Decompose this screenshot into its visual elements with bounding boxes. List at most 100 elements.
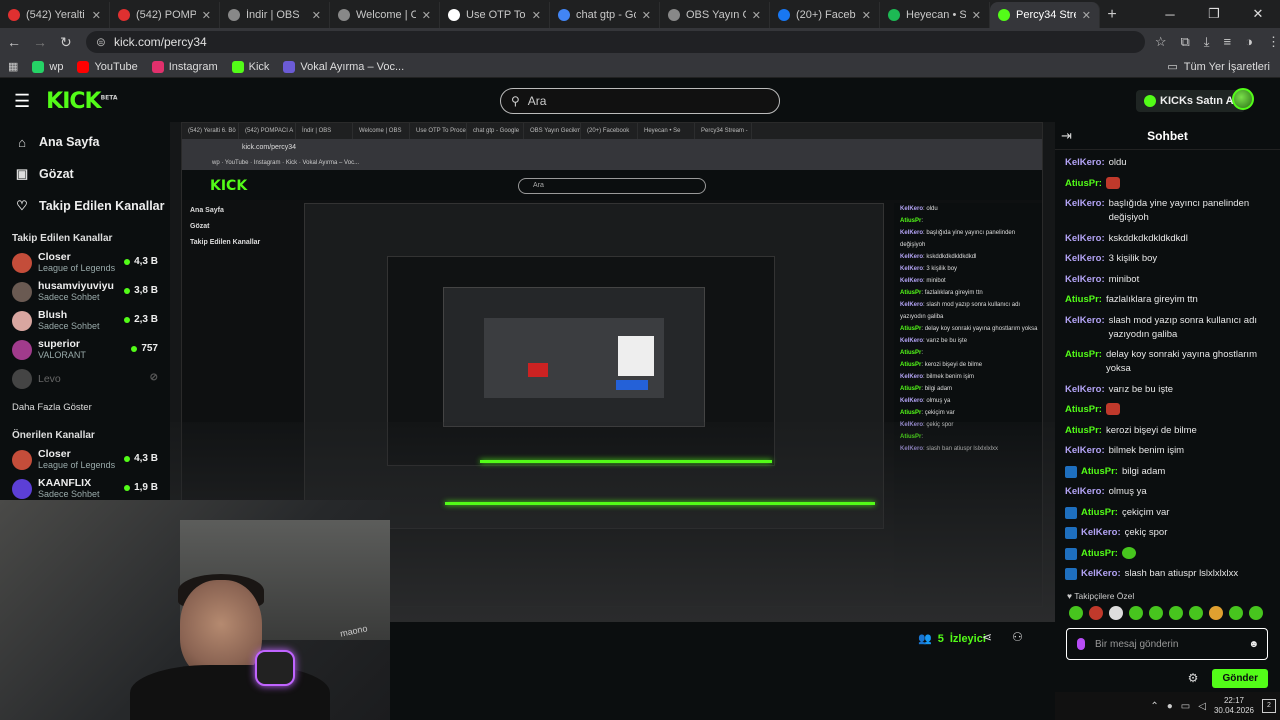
follow-user-icon[interactable]: ⚇ [1012,630,1023,644]
chat-username[interactable]: AtiusPr: [1065,293,1102,307]
emote-icon[interactable] [1189,605,1203,620]
tray-volume-icon[interactable]: ◁ [1198,701,1206,712]
hamburger-menu-icon[interactable]: ☰ [14,91,30,112]
forward-icon[interactable]: → [28,34,52,50]
chat-username[interactable]: AtiusPr: [1065,424,1102,438]
bookmark-item[interactable]: Instagram [151,60,218,73]
chat-username[interactable]: AtiusPr: [1081,465,1118,479]
tab-close-icon[interactable]: ✕ [862,9,871,22]
mic-icon[interactable] [1077,638,1085,650]
tab-close-icon[interactable]: ✕ [422,9,431,22]
extensions-icon[interactable]: ⧉ [1180,34,1189,50]
chat-username[interactable]: AtiusPr: [1065,177,1102,191]
chat-username[interactable]: KelKero: [1065,383,1105,397]
emote-icon[interactable] [1209,605,1223,620]
kick-logo[interactable]: KICKBETA [46,89,117,114]
emote-icon[interactable] [1109,605,1123,620]
emoji-icon[interactable]: ☻ [1248,639,1259,650]
back-icon[interactable]: ← [2,34,26,50]
new-tab-icon[interactable]: + [1100,2,1124,28]
emote-icon[interactable] [1229,605,1243,620]
chat-input[interactable]: Bir mesaj gönderin ☻ [1066,628,1268,660]
sidebar-nav-item[interactable]: ⌂ Ana Sayfa [0,126,170,158]
minimize-icon[interactable]: ─ [1148,0,1192,28]
chat-username[interactable]: AtiusPr: [1081,547,1118,561]
chat-settings-icon[interactable]: ⚙ [1188,671,1199,685]
sidebar-channel[interactable]: Blush Sadece Sohbet 2,3 B [0,306,170,335]
sidebar-nav-item[interactable]: ▣ Gözat [0,158,170,190]
emote-icon[interactable] [1149,605,1163,620]
browser-tab[interactable]: İndir | OBS ✕ [220,2,330,28]
sidebar-channel[interactable]: Closer League of Legends 4,3 B [0,445,170,474]
notification-icon[interactable]: 2 [1262,699,1276,713]
buy-kicks-button[interactable]: KICKs Satın Al [1136,90,1245,112]
tray-chevron-icon[interactable]: ⌃ [1150,701,1158,712]
chat-username[interactable]: KelKero: [1065,197,1105,211]
chat-username[interactable]: AtiusPr: [1081,506,1118,520]
browser-tab[interactable]: Welcome | OBS ✕ [330,2,440,28]
browser-tab[interactable]: Use OTP To Proce ✕ [440,2,550,28]
close-window-icon[interactable]: ✕ [1236,0,1280,28]
chat-username[interactable]: KelKero: [1065,252,1105,266]
restore-icon[interactable]: ❐ [1192,0,1236,28]
bookmark-item[interactable]: Vokal Ayırma – Voc... [283,60,404,73]
browser-tab[interactable]: chat gtp - Google ✕ [550,2,660,28]
all-bookmarks[interactable]: ▭ Tüm Yer İşaretleri [1167,60,1270,74]
profile-icon[interactable]: ◑ [1245,34,1253,50]
collapse-chat-icon[interactable]: ⇥ [1061,128,1072,144]
tab-close-icon[interactable]: ✕ [642,9,651,22]
tray-network-icon[interactable]: ▭ [1181,701,1190,712]
chat-username[interactable]: AtiusPr: [1065,403,1102,417]
sidebar-channel[interactable]: husamviyuviyu Sadece Sohbet 3,8 B [0,277,170,306]
tab-close-icon[interactable]: ✕ [92,9,101,22]
sidebar-channel[interactable]: superior VALORANT 757 [0,335,170,364]
tab-close-icon[interactable]: ✕ [972,9,981,22]
sidebar-channel[interactable]: KAANFLIX Sadece Sohbet 1,9 B [0,474,170,503]
apps-grid-icon[interactable]: ▦ [8,60,18,73]
reload-icon[interactable]: ↻ [54,34,78,51]
emote-icon[interactable] [1249,605,1263,620]
send-button[interactable]: Gönder [1212,668,1268,688]
tab-close-icon[interactable]: ✕ [1082,9,1091,22]
menu-kebab-icon[interactable]: ⋮ [1267,34,1280,50]
user-avatar[interactable] [1232,88,1254,110]
tab-close-icon[interactable]: ✕ [202,9,211,22]
browser-tab[interactable]: OBS Yayın Gecikm ✕ [660,2,770,28]
sidebar-nav-item[interactable]: ♡ Takip Edilen Kanallar [0,190,170,222]
bookmark-item[interactable]: wp [32,60,63,73]
chat-username[interactable]: KelKero: [1081,526,1121,540]
chat-username[interactable]: KelKero: [1065,485,1105,499]
share-icon[interactable]: ⋖ [982,630,992,644]
media-icon[interactable]: ≡ [1224,34,1232,50]
chat-username[interactable]: KelKero: [1065,156,1105,170]
chat-username[interactable]: KelKero: [1065,444,1105,458]
browser-tab[interactable]: Heyecan • Se ✕ [880,2,990,28]
tab-close-icon[interactable]: ✕ [312,9,321,22]
bookmark-item[interactable]: Kick [231,60,269,73]
browser-tab[interactable]: Percy34 Stream - ✕ [990,2,1100,28]
browser-tab[interactable]: (542) POMPACI A ✕ [110,2,220,28]
browser-tab[interactable]: (542) Yeralti 6. Bö ✕ [0,2,110,28]
emote-icon[interactable] [1089,605,1103,620]
emote-icon[interactable] [1129,605,1143,620]
show-more-link[interactable]: Daha Fazla Göster [0,397,170,419]
chat-username[interactable]: KelKero: [1065,314,1105,328]
url-field[interactable]: ⊜ kick.com/percy34 [85,31,1145,53]
bookmark-star-icon[interactable]: ☆ [1155,34,1167,50]
tray-mic-icon[interactable]: ● [1167,701,1173,712]
clock[interactable]: 22:17 30.04.2026 [1214,696,1254,716]
browser-tab[interactable]: (20+) Facebook ✕ [770,2,880,28]
emote-icon[interactable] [1169,605,1183,620]
download-icon[interactable]: ⤓ [1204,34,1210,50]
tab-close-icon[interactable]: ✕ [532,9,541,22]
emote-icon[interactable] [1069,605,1083,620]
site-info-icon[interactable]: ⊜ [96,35,106,49]
bookmark-item[interactable]: YouTube [77,60,138,73]
chat-username[interactable]: KelKero: [1065,273,1105,287]
search-input[interactable]: ⚲ Ara [500,88,780,114]
sidebar-channel-offline[interactable]: Levo ⊘ [0,364,170,393]
tab-close-icon[interactable]: ✕ [752,9,761,22]
chat-username[interactable]: KelKero: [1081,567,1121,581]
chat-username[interactable]: KelKero: [1065,232,1105,246]
chat-username[interactable]: AtiusPr: [1065,348,1102,362]
